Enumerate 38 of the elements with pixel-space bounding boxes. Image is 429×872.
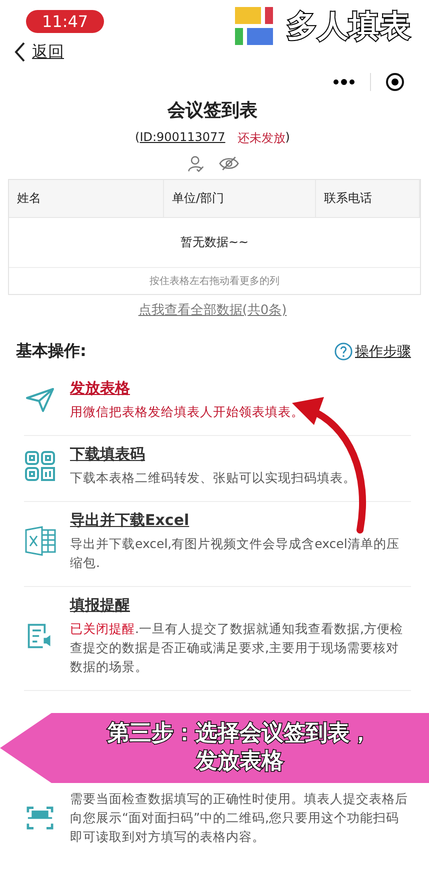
spreadsheet-icon[interactable]	[24, 526, 56, 556]
help-icon[interactable]	[334, 342, 353, 361]
help-link[interactable]: 操作步骤	[355, 342, 411, 360]
action-link[interactable]: 发放表格	[70, 379, 130, 398]
logo-icon	[235, 6, 275, 46]
close-icon[interactable]	[385, 72, 405, 92]
column-header: 姓名	[9, 180, 164, 217]
column-header: 单位/部门	[164, 180, 316, 217]
action-link[interactable]: 下载填表码	[70, 445, 145, 464]
action-description: 导出并下载excel,有图片视频文件会导成含excel清单的压缩包.	[70, 535, 400, 572]
table-hint: 按住表格左右拖动看更多的列	[148, 274, 280, 289]
form-id-link[interactable]: ID:900113077	[140, 130, 226, 147]
paper-plane-icon[interactable]	[25, 386, 55, 412]
action-description: 下载本表格二维码转发、张贴可以实现扫码填表。	[70, 469, 357, 487]
eye-slash-icon[interactable]	[218, 155, 238, 172]
back-chevron-icon[interactable]	[14, 41, 26, 63]
action-description: 已关闭提醒.一旦有人提交了数据就通知我查看数据,方便检查提交的数据是否正确或满足要求,主要用于现场需要核对数据的场景。	[70, 620, 404, 676]
status-time: 11:47	[26, 10, 104, 33]
action-description: 用微信把表格发给填表人开始领表填表。	[70, 403, 305, 421]
qr-code-icon[interactable]	[24, 450, 56, 482]
scan-icon[interactable]	[26, 804, 54, 830]
action-description: 需要当面检查数据填写的正确性时使用。填表人提交表格后向您展示“面对面扫码”中的二维码,您只要用这个功能扫码即可读取到对方填写的表格内容。	[70, 790, 409, 846]
publish-status: 还未发放	[237, 130, 286, 147]
paren-open: (	[135, 130, 140, 146]
caption-text: 第三步：选择会议签到表，	[108, 720, 372, 748]
view-all-link[interactable]: 点我查看全部数据(共0条)	[138, 303, 287, 318]
column-header: 联系电话	[316, 180, 420, 217]
logo-text: 多人填表	[287, 8, 411, 46]
caption-text: 发放表格	[196, 748, 284, 776]
empty-message: 暂无数据~~	[9, 218, 420, 268]
form-title: 会议签到表	[166, 99, 258, 122]
section-title: 基本操作:	[16, 341, 86, 362]
action-link[interactable]: 填报提醒	[70, 596, 130, 615]
user-check-icon[interactable]	[186, 155, 204, 173]
back-link[interactable]: 返回	[32, 42, 64, 62]
paren-close: )	[285, 130, 290, 146]
more-icon[interactable]	[332, 78, 356, 86]
action-link[interactable]: 导出并下载Excel	[70, 511, 190, 530]
